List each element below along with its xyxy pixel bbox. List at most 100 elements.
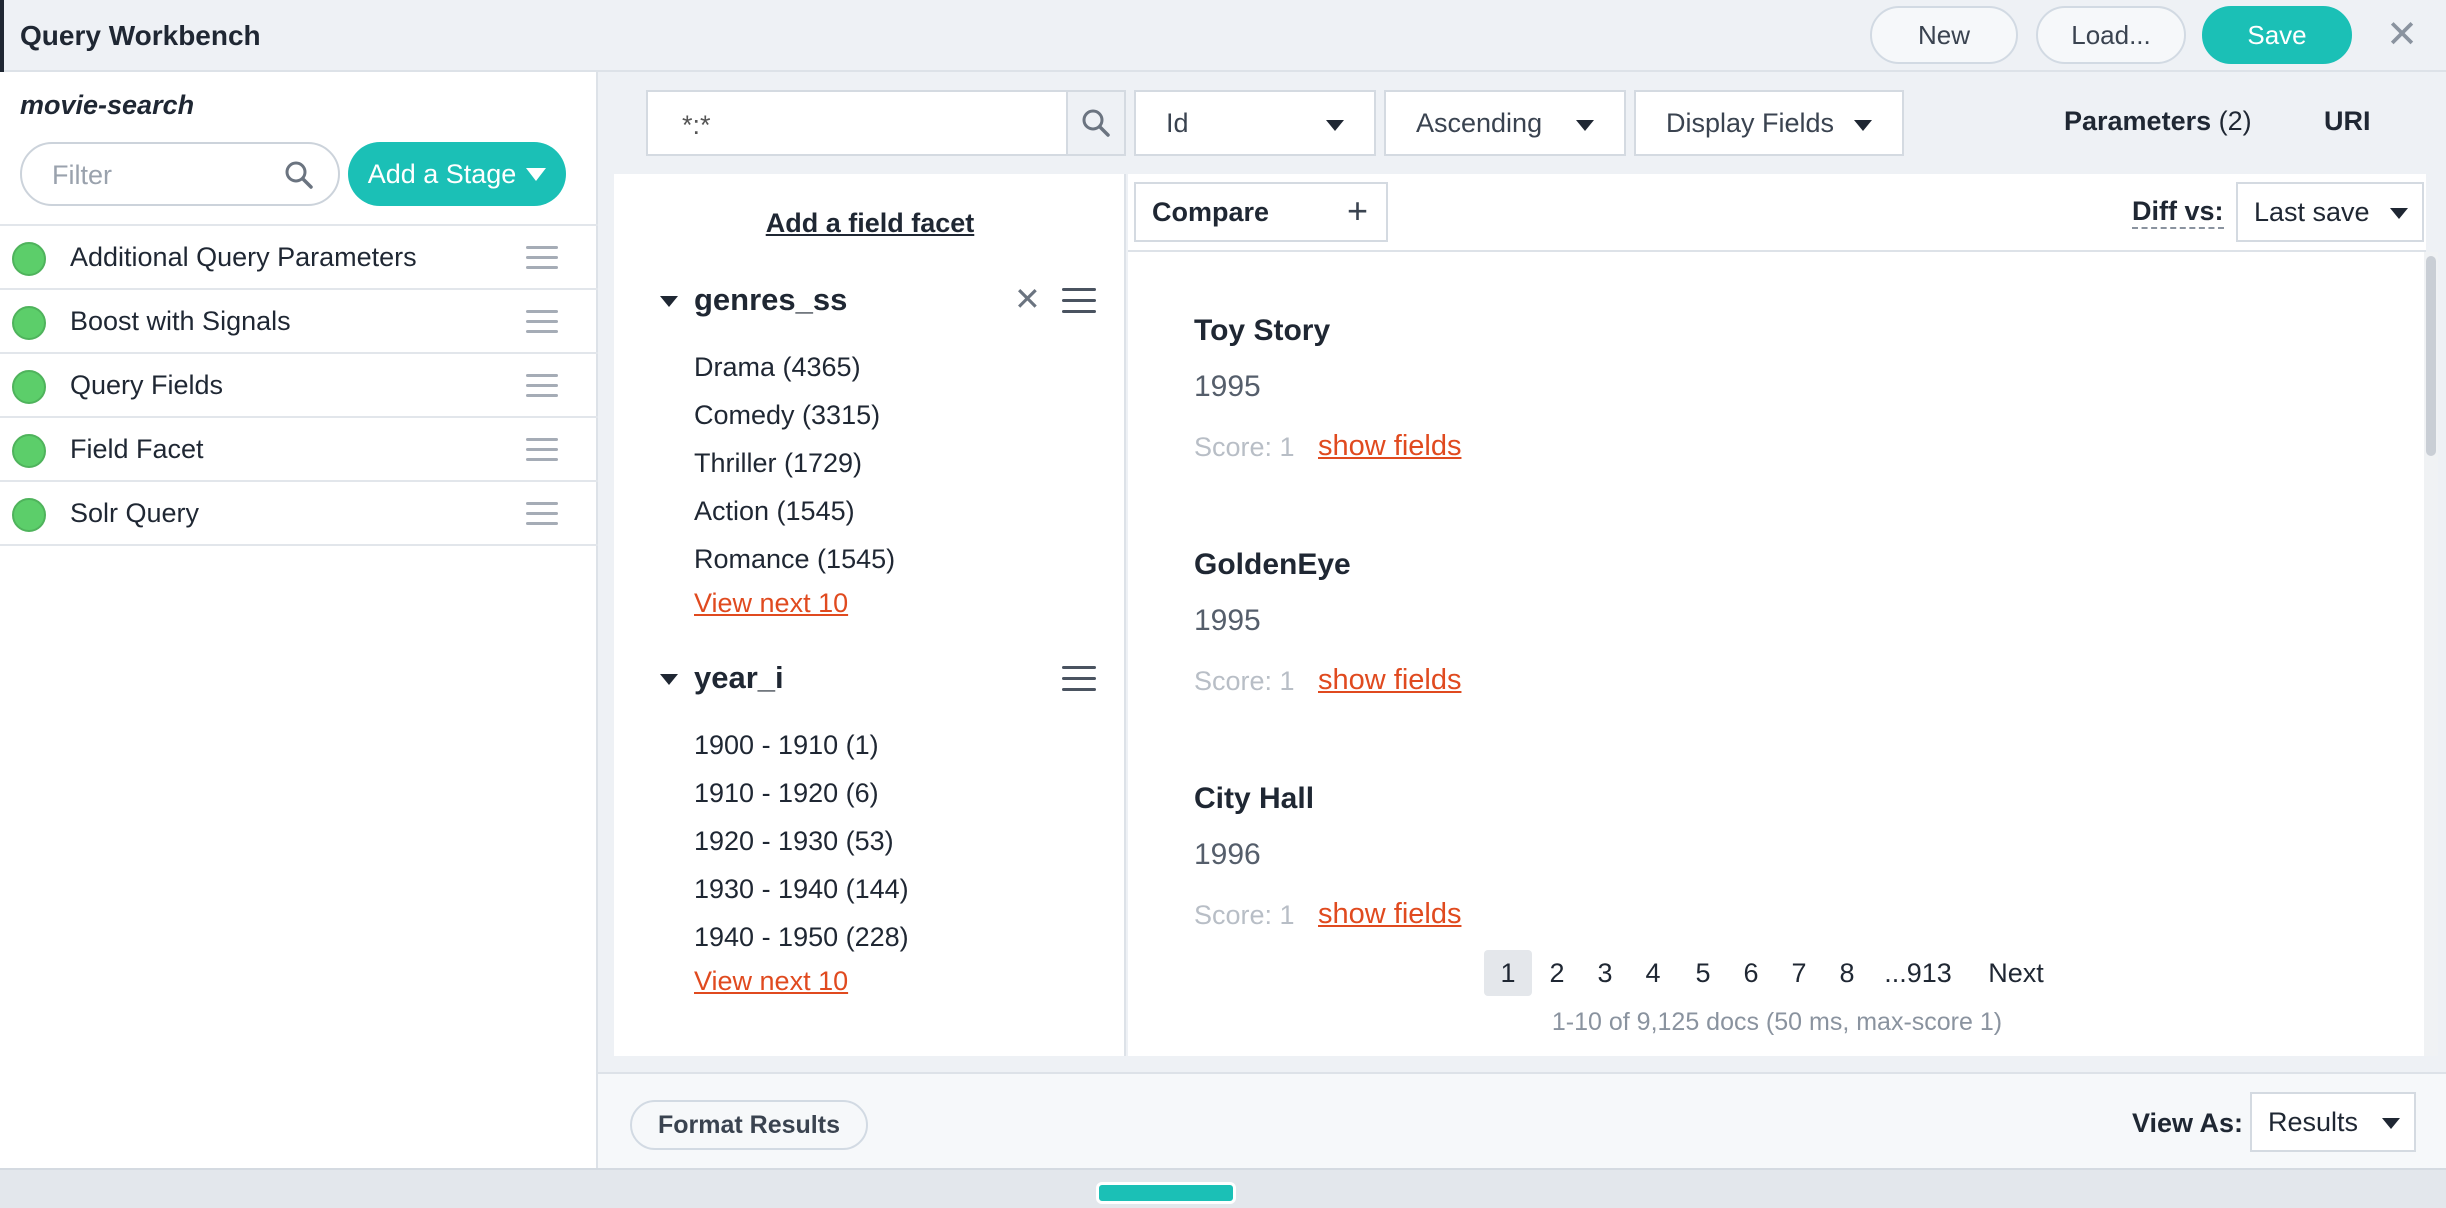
drag-handle-icon[interactable] [526, 502, 558, 526]
drag-handle-icon[interactable] [526, 246, 558, 270]
filter-input[interactable] [52, 158, 272, 192]
next-page-button[interactable]: Next [1986, 950, 2046, 996]
page-button[interactable]: 4 [1638, 950, 1668, 996]
diff-select[interactable]: Last save [2236, 182, 2424, 242]
sort-order-select[interactable]: Ascending [1384, 90, 1626, 156]
add-field-facet-link[interactable]: Add a field facet [614, 208, 1126, 239]
doc-score: Score: 1 [1194, 432, 1295, 462]
page-button-active[interactable]: 1 [1484, 950, 1532, 996]
chevron-down-icon [1576, 120, 1594, 131]
chevron-down-icon [2390, 208, 2408, 219]
drag-handle-icon[interactable] [526, 374, 558, 398]
status-dot-icon[interactable] [12, 306, 46, 340]
stage-item[interactable]: Field Facet [0, 418, 598, 482]
app-title: Query Workbench [20, 20, 261, 51]
page-button[interactable]: 2 [1542, 950, 1572, 996]
parameters-label: Parameters [2064, 106, 2212, 136]
close-icon[interactable]: ✕ [2382, 14, 2422, 56]
doc-score: Score: 1 [1194, 900, 1295, 930]
page-button[interactable]: 3 [1590, 950, 1620, 996]
facet-item[interactable]: 1900 - 1910 (1) [694, 730, 879, 761]
stage-item[interactable]: Additional Query Parameters [0, 226, 598, 290]
chevron-down-icon [1326, 120, 1344, 131]
page-button[interactable]: 6 [1736, 950, 1766, 996]
header-accent-line [0, 0, 4, 72]
facet-item[interactable]: 1920 - 1930 (53) [694, 826, 894, 857]
caret-down-icon[interactable] [660, 296, 678, 307]
doc-year: 1995 [1194, 370, 1261, 403]
stage-label: Boost with Signals [70, 306, 291, 336]
uri-link[interactable]: URI [2324, 106, 2371, 137]
sort-order-value: Ascending [1416, 107, 1543, 138]
page-button[interactable]: 8 [1832, 950, 1862, 996]
search-icon [1082, 109, 1110, 137]
plus-icon: + [1346, 190, 1368, 231]
status-dot-icon[interactable] [12, 434, 46, 468]
display-fields-label: Display Fields [1666, 107, 1835, 138]
query-box [646, 90, 1068, 156]
doc-title: Toy Story [1194, 314, 1331, 347]
scrollbar-thumb[interactable] [2426, 256, 2436, 456]
facet-item[interactable]: 1940 - 1950 (228) [694, 922, 909, 953]
format-results-button[interactable]: Format Results [630, 1100, 868, 1150]
chevron-down-icon [2382, 1118, 2400, 1129]
drag-handle-icon[interactable] [526, 438, 558, 462]
show-fields-link[interactable]: show fields [1318, 430, 1461, 463]
compare-bar: Compare + Diff vs: Last save [1128, 174, 2426, 252]
doc-title: GoldenEye [1194, 548, 1351, 581]
close-icon[interactable]: ✕ [1014, 280, 1041, 318]
query-search-button[interactable] [1066, 90, 1126, 156]
menu-icon[interactable] [1062, 666, 1096, 694]
diff-value: Last save [2254, 196, 2370, 227]
facet-panel: Add a field facet genres_ss ✕ Drama (436… [614, 174, 1126, 1056]
add-stage-button[interactable]: Add a Stage [348, 142, 566, 206]
compare-button[interactable]: Compare + [1134, 182, 1388, 242]
parameters-count: (2) [2218, 106, 2252, 136]
caret-down-icon[interactable] [660, 674, 678, 685]
doc-title: City Hall [1194, 782, 1315, 815]
stage-item[interactable]: Solr Query [0, 482, 598, 546]
facet-item[interactable]: Drama (4365) [694, 352, 861, 383]
page-button-last[interactable]: ...913 [1882, 950, 1954, 996]
drag-handle-icon[interactable] [526, 310, 558, 334]
stage-list: Additional Query Parameters Boost with S… [0, 224, 598, 546]
stage-label: Solr Query [70, 498, 200, 528]
results-scrollbar[interactable] [2424, 252, 2438, 1056]
new-button[interactable]: New [1870, 6, 2018, 64]
status-dot-icon[interactable] [12, 242, 46, 276]
show-fields-link[interactable]: show fields [1318, 898, 1461, 931]
resize-handle[interactable] [1096, 1182, 1236, 1204]
status-dot-icon[interactable] [12, 498, 46, 532]
show-fields-link[interactable]: show fields [1318, 664, 1461, 697]
facet-item[interactable]: 1930 - 1940 (144) [694, 874, 909, 905]
page-button[interactable]: 7 [1784, 950, 1814, 996]
view-next-link[interactable]: View next 10 [694, 966, 848, 997]
facet-item[interactable]: Action (1545) [694, 496, 855, 527]
doc-year: 1995 [1194, 604, 1261, 637]
display-fields-select[interactable]: Display Fields [1634, 90, 1904, 156]
parameters-link[interactable]: Parameters (2) [2064, 106, 2252, 137]
facet-item[interactable]: Comedy (3315) [694, 400, 880, 431]
results-footer: Format Results View As: Results [598, 1072, 2446, 1168]
facet-item[interactable]: 1910 - 1920 (6) [694, 778, 879, 809]
results-panel: Compare + Diff vs: Last save Toy Story 1… [1128, 174, 2438, 1056]
view-as-select[interactable]: Results [2250, 1092, 2416, 1152]
load-button[interactable]: Load... [2036, 6, 2186, 64]
search-icon[interactable] [284, 160, 314, 195]
page-button[interactable]: 5 [1688, 950, 1718, 996]
stage-label: Field Facet [70, 434, 204, 464]
stage-item[interactable]: Boost with Signals [0, 290, 598, 354]
status-dot-icon[interactable] [12, 370, 46, 404]
menu-icon[interactable] [1062, 288, 1096, 316]
facet-item[interactable]: Romance (1545) [694, 544, 895, 575]
doc-score: Score: 1 [1194, 666, 1295, 696]
facet-item[interactable]: Thriller (1729) [694, 448, 862, 479]
query-input[interactable] [682, 108, 1042, 142]
stage-item[interactable]: Query Fields [0, 354, 598, 418]
pipeline-name: movie-search [20, 90, 195, 120]
stage-label: Query Fields [70, 370, 224, 400]
view-as-label: View As: [2132, 1108, 2244, 1138]
save-button[interactable]: Save [2202, 6, 2352, 64]
view-next-link[interactable]: View next 10 [694, 588, 848, 619]
sort-field-select[interactable]: Id [1134, 90, 1376, 156]
